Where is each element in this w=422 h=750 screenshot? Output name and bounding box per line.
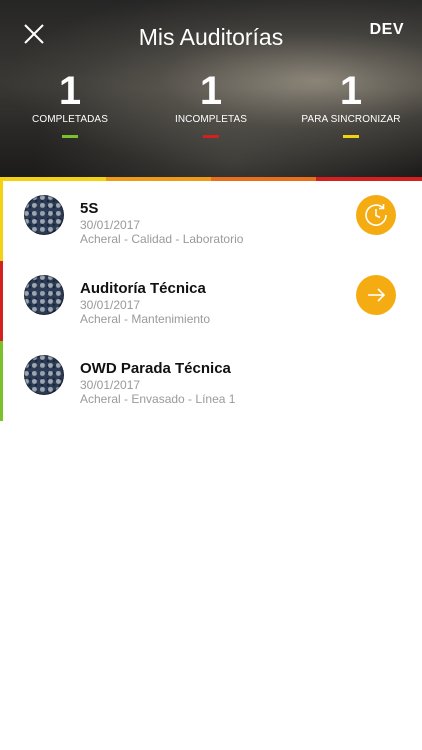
audit-title: OWD Parada Técnica [80, 360, 231, 377]
status-indicator [0, 261, 3, 341]
stat-incomplete-indicator [203, 135, 219, 138]
stat-to-sync-indicator [343, 135, 359, 138]
stat-incomplete: 1 INCOMPLETAS [141, 70, 281, 138]
audit-title: Auditoría Técnica [80, 280, 206, 297]
stat-completed: 1 COMPLETADAS [0, 70, 140, 138]
status-strip [0, 177, 422, 181]
page-title: Mis Auditorías [138, 24, 284, 50]
audit-list: 5S 30/01/2017 Acheral - Calidad - Labora… [0, 181, 422, 421]
status-indicator [0, 181, 3, 261]
stat-incomplete-value: 1 [199, 69, 223, 113]
status-strip-segment [316, 177, 422, 181]
audit-thumbnail [24, 195, 64, 235]
status-strip-segment [106, 177, 211, 181]
environment-badge: DEV [369, 21, 404, 38]
status-indicator [0, 341, 3, 421]
header: Mis Auditorías DEV 1 COMPLETADAS 1 INCOM… [0, 0, 422, 178]
audit-date: 30/01/2017 [80, 218, 141, 232]
audit-location: Acheral - Envasado - Línea 1 [80, 392, 236, 406]
status-strip-segment [0, 177, 106, 181]
audit-list-item[interactable]: OWD Parada Técnica 30/01/2017 Acheral - … [0, 341, 422, 421]
stat-to-sync-label: PARA SINCRONIZAR [301, 114, 401, 125]
audit-thumbnail [24, 355, 64, 395]
continue-button[interactable] [356, 275, 396, 315]
stat-completed-label: COMPLETADAS [32, 114, 108, 125]
stat-incomplete-label: INCOMPLETAS [174, 114, 248, 125]
audit-list-item[interactable]: 5S 30/01/2017 Acheral - Calidad - Labora… [0, 181, 422, 261]
sync-button[interactable] [356, 195, 396, 235]
audit-thumbnail [24, 275, 64, 315]
audit-date: 30/01/2017 [80, 378, 141, 392]
status-strip-segment [211, 177, 316, 181]
audit-list-item[interactable]: Auditoría Técnica 30/01/2017 Acheral - M… [0, 261, 422, 341]
audit-location: Acheral - Mantenimiento [80, 312, 211, 326]
stat-to-sync: 1 PARA SINCRONIZAR [281, 70, 421, 138]
stat-to-sync-value: 1 [339, 69, 363, 113]
arrow-right-icon [368, 288, 386, 302]
stat-completed-indicator [62, 135, 78, 138]
audit-location: Acheral - Calidad - Laboratorio [80, 232, 244, 246]
sync-clock-icon [365, 204, 387, 226]
audit-title: 5S [80, 200, 99, 217]
audit-date: 30/01/2017 [80, 298, 141, 312]
stat-completed-value: 1 [58, 69, 82, 113]
